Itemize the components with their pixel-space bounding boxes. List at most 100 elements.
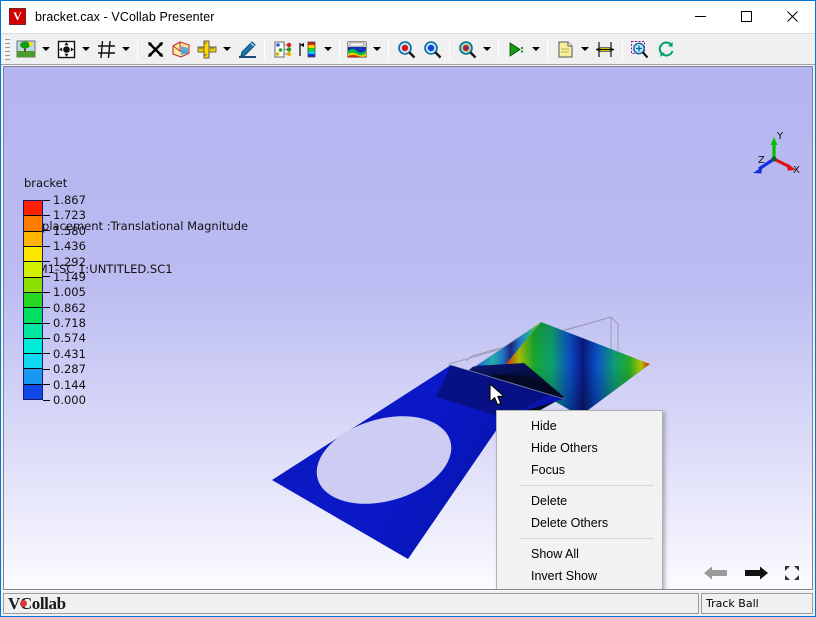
ctx-invert-show[interactable]: Invert Show [497, 565, 662, 587]
move-cross-icon[interactable] [592, 36, 618, 62]
context-menu-separator [519, 485, 654, 486]
probe-icon[interactable] [234, 36, 260, 62]
tick-value: 0.287 [53, 362, 86, 377]
vcollab-logo-dot [20, 599, 27, 607]
context-menu-item-label: Hide Others [531, 441, 598, 455]
title-bar: V bracket.cax - VCollab Presenter [1, 1, 815, 33]
tick-dash [43, 399, 50, 401]
context-menu-item-label: Show All [531, 547, 579, 561]
play-dropdown-arrow[interactable] [529, 36, 543, 62]
refresh-circular-icon[interactable] [653, 36, 679, 62]
axis-triad: Y X Z [753, 131, 800, 176]
toolbar-separator [388, 39, 389, 59]
toolbar-grip[interactable] [4, 37, 10, 61]
color-legend-dropdown-arrow[interactable] [321, 36, 335, 62]
grid-dropdown-arrow[interactable] [119, 36, 133, 62]
maximize-icon[interactable] [723, 1, 769, 33]
page-dropdown-arrow[interactable] [578, 36, 592, 62]
contour-image-icon[interactable] [344, 36, 370, 62]
tick-value: 0.144 [53, 377, 86, 392]
tick-value: 1.292 [53, 254, 86, 269]
color-band [24, 262, 42, 278]
landscape-dropdown-arrow[interactable] [39, 36, 53, 62]
minimize-icon[interactable] [677, 1, 723, 33]
color-band [24, 292, 42, 309]
vcollab-logo: VCollab [8, 593, 66, 613]
color-legend-icon[interactable] [295, 36, 321, 62]
tick-dash [43, 291, 50, 293]
tick-value: 1.436 [53, 239, 86, 254]
tick-value: 1.149 [53, 269, 86, 284]
tick-dash [43, 322, 50, 324]
context-menu-item-label: Invert Show [531, 569, 598, 583]
tick-value: 0.574 [53, 331, 86, 346]
context-menu-item-label: Delete Others [531, 516, 609, 530]
ctx-hide-others[interactable]: Hide Others [497, 437, 662, 459]
color-legend-tick: 1.005 [43, 285, 86, 299]
color-legend-tick: 0.144 [43, 378, 86, 392]
grid-icon[interactable] [93, 36, 119, 62]
main-toolbar [1, 33, 815, 65]
back-arrow-icon[interactable] [704, 565, 728, 581]
color-legend-bar[interactable] [23, 200, 43, 400]
ctx-deselect-all[interactable]: Deselect All [497, 587, 662, 589]
ctx-delete[interactable]: Delete [497, 490, 662, 512]
tick-dash [43, 245, 50, 247]
color-legend-tick: 1.580 [43, 224, 86, 238]
contour-image-dropdown-arrow[interactable] [370, 36, 384, 62]
color-legend-tick: 1.867 [43, 193, 86, 207]
bracket-model-render[interactable] [4, 67, 810, 587]
tick-dash [43, 384, 50, 386]
tick-dash [43, 353, 50, 355]
context-menu-item-label: Hide [531, 419, 557, 433]
ctx-hide[interactable]: Hide [497, 415, 662, 437]
fit-to-view-dropdown-arrow[interactable] [79, 36, 93, 62]
toolbar-separator [498, 39, 499, 59]
forward-arrow-icon[interactable] [744, 565, 768, 581]
ctx-delete-others[interactable]: Delete Others [497, 512, 662, 534]
tick-value: 0.718 [53, 316, 86, 331]
ctx-show-all[interactable]: Show All [497, 543, 662, 565]
tick-dash [43, 307, 50, 309]
color-legend-tick: 1.149 [43, 270, 86, 284]
context-menu[interactable]: Hide Hide Others Focus Delete Delete Others S… [496, 410, 663, 589]
magnifier-target-dropdown-arrow[interactable] [480, 36, 494, 62]
move-arrows-icon[interactable] [142, 36, 168, 62]
navigation-mode-panel[interactable]: Track Ball [701, 593, 813, 614]
vcollab-logo-text: VCollab [8, 593, 66, 613]
zoom-box-icon[interactable] [627, 36, 653, 62]
tick-dash [43, 368, 50, 370]
clip-cube-icon[interactable] [168, 36, 194, 62]
landscape-icon[interactable] [13, 36, 39, 62]
ctx-focus[interactable]: Focus [497, 459, 662, 481]
fit-to-view-icon[interactable] [53, 36, 79, 62]
legend-model-name: bracket [24, 175, 68, 190]
color-legend-tick: 1.436 [43, 239, 86, 253]
tick-value: 1.005 [53, 285, 86, 300]
tick-value: 1.723 [53, 208, 86, 223]
toolbar-separator [339, 39, 340, 59]
toolbar-separator [264, 39, 265, 59]
tree-nodes-icon[interactable] [269, 36, 295, 62]
color-band [24, 308, 42, 324]
status-message-panel: VCollab [3, 593, 699, 614]
ruler-dropdown-arrow[interactable] [220, 36, 234, 62]
navigation-mode-label: Track Ball [706, 597, 759, 610]
axis-label-y: Y [776, 131, 784, 142]
3d-viewport[interactable]: bracket Displacement :Translational Magn… [4, 67, 812, 589]
tick-value: 0.000 [53, 393, 86, 407]
close-icon[interactable] [769, 1, 815, 33]
magnifier-red-icon[interactable] [393, 36, 419, 62]
color-band [24, 323, 42, 339]
axis-label-z: Z [758, 155, 765, 166]
page-icon[interactable] [552, 36, 578, 62]
magnifier-target-icon[interactable] [454, 36, 480, 62]
context-menu-separator [519, 538, 654, 539]
play-green-icon[interactable] [503, 36, 529, 62]
ruler-icon[interactable] [194, 36, 220, 62]
axis-label-x: X [793, 165, 800, 176]
fullscreen-icon[interactable] [784, 565, 800, 581]
magnifier-blue-icon[interactable] [419, 36, 445, 62]
application-window: V bracket.cax - VCollab Presenter bracke… [0, 0, 816, 617]
app-icon: V [9, 8, 26, 25]
